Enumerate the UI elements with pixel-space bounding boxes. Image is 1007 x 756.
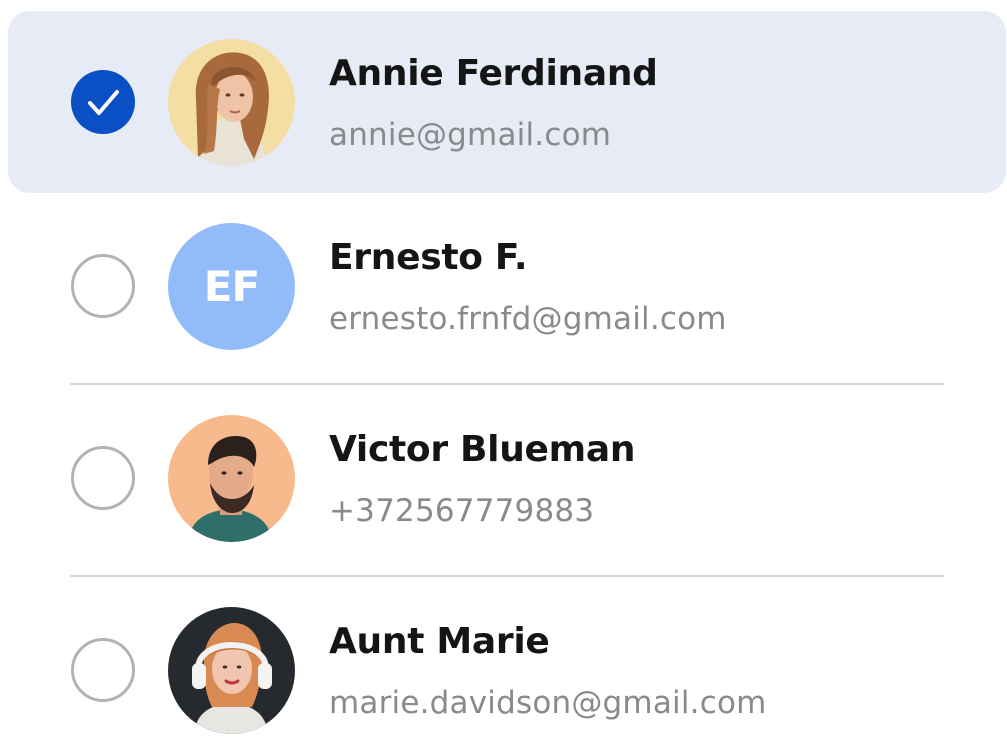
contact-detail: marie.davidson@gmail.com — [329, 685, 767, 721]
contact-row-victor[interactable]: Victor Blueman +372567779883 — [8, 387, 1006, 569]
contact-list: Annie Ferdinand annie@gmail.com EF Ernes… — [0, 0, 1007, 756]
contact-name: Aunt Marie — [329, 621, 550, 662]
contact-row-annie[interactable]: Annie Ferdinand annie@gmail.com — [8, 11, 1006, 193]
contact-name: Victor Blueman — [329, 429, 636, 470]
contact-detail: annie@gmail.com — [329, 117, 612, 153]
avatar — [168, 415, 295, 542]
checkmark-icon — [88, 90, 119, 115]
radio-unchecked[interactable] — [71, 254, 135, 318]
radio-unchecked[interactable] — [71, 446, 135, 510]
avatar — [168, 39, 295, 166]
contact-detail: ernesto.frnfd@gmail.com — [329, 301, 727, 337]
contact-name: Annie Ferdinand — [329, 53, 658, 94]
contact-row-ernesto[interactable]: EF Ernesto F. ernesto.frnfd@gmail.com — [8, 195, 1006, 377]
contact-name: Ernesto F. — [329, 237, 528, 278]
divider — [70, 575, 944, 577]
divider — [70, 383, 944, 385]
photo-woman-headphones-icon — [168, 607, 295, 734]
radio-checked[interactable] — [71, 70, 135, 134]
contact-row-marie[interactable]: Aunt Marie marie.davidson@gmail.com — [8, 579, 1006, 756]
photo-man-beard-icon — [168, 415, 295, 542]
contact-detail: +372567779883 — [329, 493, 595, 529]
avatar — [168, 607, 295, 734]
radio-unchecked[interactable] — [71, 638, 135, 702]
avatar-initials: EF — [168, 223, 295, 350]
photo-woman-blonde-icon — [168, 39, 295, 166]
